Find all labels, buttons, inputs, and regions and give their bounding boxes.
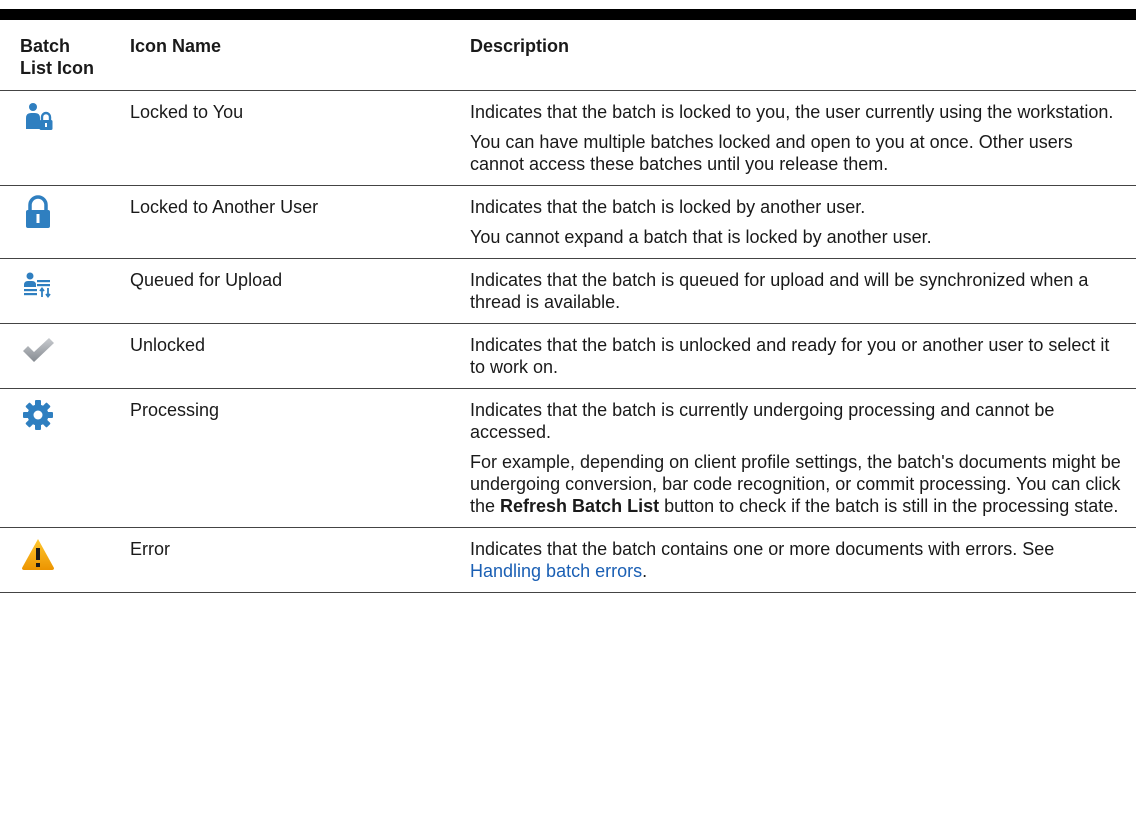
table-row: Locked to You Indicates that the batch i… [0, 90, 1136, 186]
queued-upload-icon [24, 272, 51, 298]
description-text: Indicates that the batch contains one or… [470, 539, 1055, 581]
table-row: Queued for Upload Indicates that the bat… [0, 258, 1136, 324]
icon-name: Locked to Another User [116, 185, 466, 259]
icon-name: Locked to You [116, 90, 466, 186]
table-row: Unlocked Indicates that the batch is unl… [0, 323, 1136, 389]
description-text: For example, depending on client profile… [470, 452, 1121, 516]
table-header-row: Batch List Icon Icon Name Description [0, 20, 1136, 91]
icon-name: Error [116, 527, 466, 593]
refresh-batch-list-label: Refresh Batch List [500, 496, 660, 516]
handling-batch-errors-link[interactable]: Handling batch errors [470, 561, 642, 581]
gear-icon [23, 400, 53, 430]
checkmark-icon [23, 338, 54, 362]
user-lock-icon [26, 103, 53, 130]
description-text: You can have multiple batches locked and… [470, 132, 1073, 174]
table-row: Locked to Another User Indicates that th… [0, 185, 1136, 259]
table-row: Processing Indicates that the batch is c… [0, 388, 1136, 528]
description-text: Indicates that the batch is queued for u… [470, 270, 1089, 312]
header-icon: Batch List Icon [0, 20, 116, 91]
header-name: Icon Name [116, 20, 466, 91]
icon-name: Processing [116, 388, 466, 528]
top-rule [0, 9, 1136, 20]
table-row: Error Indicates that the batch contains … [0, 527, 1136, 593]
icon-name: Queued for Upload [116, 258, 466, 324]
description-text: Indicates that the batch is locked by an… [470, 197, 866, 217]
description-text: You cannot expand a batch that is locked… [470, 227, 932, 247]
description-text: Indicates that the batch is unlocked and… [470, 335, 1110, 377]
description-text: Indicates that the batch is currently un… [470, 400, 1055, 442]
batch-icon-table: Batch List Icon Icon Name Description Lo… [0, 20, 1136, 593]
description-text: Indicates that the batch is locked to yo… [470, 102, 1114, 122]
padlock-icon [26, 195, 50, 228]
icon-name: Unlocked [116, 323, 466, 389]
warning-icon [22, 539, 54, 570]
header-description: Description [466, 20, 1136, 91]
